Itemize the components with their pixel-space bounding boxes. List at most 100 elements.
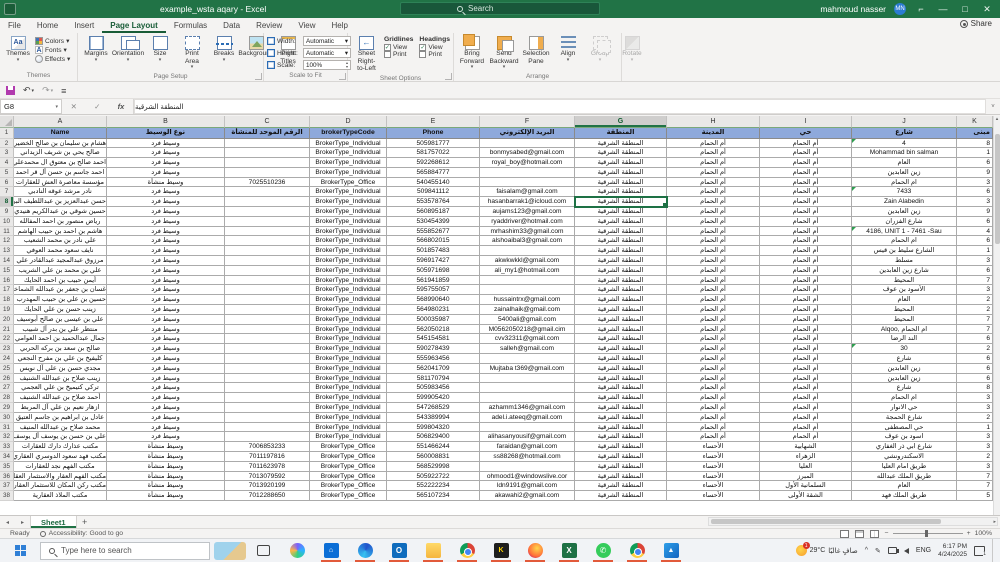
row-number-38[interactable]: 38 xyxy=(0,491,14,501)
hidden-icons-chevron-icon[interactable]: ^ xyxy=(865,547,868,554)
cell[interactable]: أم الحمام xyxy=(667,334,760,345)
cell[interactable]: مسلط xyxy=(852,256,957,266)
cell[interactable]: BrokerType_Individual xyxy=(310,354,387,364)
cell[interactable]: شارع الحمجة xyxy=(852,412,957,423)
cell[interactable]: غسان بن جعفر بن عبدالله الشماخي xyxy=(14,285,107,296)
cell[interactable]: أم الحمام xyxy=(760,383,852,394)
send-backward-button[interactable]: Send Backward ▾ xyxy=(489,35,519,72)
page-break-view-icon[interactable] xyxy=(869,529,879,538)
cell[interactable]: zainalhaik@gmail.com xyxy=(480,305,575,315)
cell[interactable]: المنطقة الشرقية xyxy=(575,246,667,257)
cell[interactable]: أم الحمام xyxy=(667,275,760,286)
cell[interactable]: أم الحمام xyxy=(760,216,852,227)
row-number-29[interactable]: 29 xyxy=(0,403,14,413)
cell[interactable]: أحمد صلاح بن عبدالله الشنيف xyxy=(14,393,107,404)
cell[interactable]: 7006853233 xyxy=(225,442,310,452)
cell[interactable]: 564980231 xyxy=(387,305,480,315)
column-header-I[interactable]: I xyxy=(760,116,852,128)
cell[interactable]: أم الحمام xyxy=(760,432,852,443)
chrome-taskbar-button[interactable] xyxy=(620,539,654,562)
row-number-11[interactable]: 11 xyxy=(0,226,14,237)
cell[interactable]: الأسود بن عوف xyxy=(852,285,957,296)
cell[interactable]: وسيط فرد xyxy=(107,187,225,198)
row-number-21[interactable]: 21 xyxy=(0,324,14,335)
cell[interactable]: وسيط فرد xyxy=(107,383,225,394)
cell[interactable]: 7012288650 xyxy=(225,491,310,501)
cell[interactable]: وسيط فرد xyxy=(107,393,225,404)
hscroll-right-icon[interactable]: ▸ xyxy=(993,518,996,526)
cell[interactable]: BrokerType_Individual xyxy=(310,197,387,208)
cell[interactable]: BrokerType_Individual xyxy=(310,265,387,276)
menu-tab-page-layout[interactable]: Page Layout xyxy=(102,18,166,33)
cell[interactable]: طريق الملك عبدالله xyxy=(852,471,957,482)
cell[interactable]: أم الحمام xyxy=(667,383,760,394)
cell[interactable]: المنطقة الشرقية xyxy=(575,285,667,296)
cell[interactable]: أم الحمام xyxy=(667,422,760,433)
cell[interactable] xyxy=(225,275,310,286)
row-number-33[interactable]: 33 xyxy=(0,442,14,452)
cell[interactable]: المنطقة الشرقية xyxy=(575,265,667,276)
cell[interactable] xyxy=(225,344,310,355)
cell[interactable]: أم الحمام xyxy=(760,295,852,306)
cell[interactable]: 551466244 xyxy=(387,442,480,452)
cell[interactable]: طريق امام العليا xyxy=(852,461,957,472)
cell[interactable]: الزهراء xyxy=(760,452,852,462)
cell[interactable]: 6 xyxy=(957,363,993,374)
cell[interactable] xyxy=(225,334,310,345)
cell[interactable]: اسود بن عوف xyxy=(852,432,957,443)
cell[interactable]: 505981777 xyxy=(387,138,480,149)
cell[interactable]: زينب حسن بن علي الحايك xyxy=(14,305,107,315)
cell[interactable]: أيمن حبيب بن احمد الحايك xyxy=(14,275,107,286)
cell[interactable]: شارع xyxy=(852,128,957,139)
zoom-level[interactable]: 100% xyxy=(975,530,992,537)
customize-qat-button[interactable]: ≡ xyxy=(61,86,66,96)
cell[interactable]: 530454399 xyxy=(387,216,480,227)
cell[interactable]: BrokerType_Office xyxy=(310,177,387,188)
cell[interactable] xyxy=(480,177,575,188)
cell[interactable]: 4 xyxy=(957,226,993,237)
firefox-taskbar-button[interactable] xyxy=(518,539,552,562)
cell[interactable]: أم الحمام xyxy=(667,138,760,149)
cell[interactable]: 540455140 xyxy=(387,177,480,188)
cell[interactable]: المحيط xyxy=(852,275,957,286)
cell[interactable]: 6 xyxy=(957,334,993,345)
microsoft-store-taskbar-button[interactable]: ⌂ xyxy=(314,539,348,562)
column-header-G[interactable]: G xyxy=(575,116,667,128)
select-all-corner[interactable] xyxy=(0,116,14,128)
cell[interactable]: 6 xyxy=(957,354,993,364)
cell[interactable]: 1 xyxy=(957,148,993,159)
cell[interactable]: Phone xyxy=(387,128,480,139)
cell[interactable]: BrokerType_Individual xyxy=(310,246,387,257)
name-box-dropdown-icon[interactable]: ▾ xyxy=(55,104,58,110)
cell[interactable]: وسيط منشأة xyxy=(107,177,225,188)
cell[interactable]: 545154581 xyxy=(387,334,480,345)
cell[interactable]: أم الحمام xyxy=(667,295,760,306)
row-number-30[interactable]: 30 xyxy=(0,412,14,423)
row-number-24[interactable]: 24 xyxy=(0,354,14,364)
row-number-34[interactable]: 34 xyxy=(0,452,14,462)
row-number-12[interactable]: 12 xyxy=(0,236,14,247)
row-number-20[interactable]: 20 xyxy=(0,314,14,325)
cell[interactable]: محمد صلاح بن عبدالله المنيف xyxy=(14,422,107,433)
cell[interactable]: ohmood1@windowslive.cor xyxy=(480,471,575,482)
cell[interactable]: وسيط فرد xyxy=(107,412,225,423)
cell[interactable]: BrokerType_Individual xyxy=(310,305,387,315)
column-header-K[interactable]: K xyxy=(957,116,993,128)
cell[interactable]: هشام بن سليمان بن صالح الخضيري xyxy=(14,138,107,149)
cell[interactable]: وسيط فرد xyxy=(107,197,225,208)
cell[interactable]: شارع ابي ذر الغفاري xyxy=(852,442,957,452)
cell[interactable]: أم الحمام xyxy=(760,334,852,345)
cell[interactable]: 7013079592 xyxy=(225,471,310,482)
cell[interactable]: 7 xyxy=(957,275,993,286)
cell[interactable]: منتظر علي بن بدر آل شبيب xyxy=(14,324,107,335)
cell[interactable]: وسيط فرد xyxy=(107,256,225,266)
cell[interactable]: BrokerType_Individual xyxy=(310,256,387,266)
cell[interactable] xyxy=(480,373,575,384)
row-number-16[interactable]: 16 xyxy=(0,275,14,286)
scale-to-fit-dialog-launcher-icon[interactable] xyxy=(339,73,346,80)
taskbar-search-input[interactable]: Type here to search xyxy=(40,541,210,560)
themes-button[interactable]: Aa Themes ▾ xyxy=(3,35,33,64)
ribbon-search-box[interactable]: Search xyxy=(400,2,600,15)
cell[interactable]: أم الحمام xyxy=(760,354,852,364)
cell[interactable]: وسيط فرد xyxy=(107,285,225,296)
